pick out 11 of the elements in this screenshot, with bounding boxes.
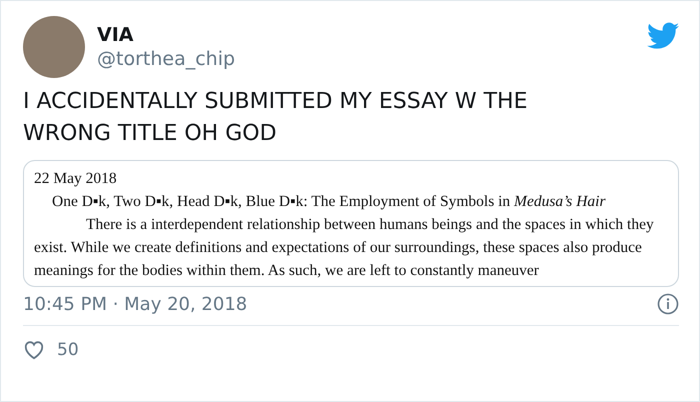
like-count: 50 [57,340,79,360]
bird-logo-icon [647,22,679,50]
author-name: VIA [97,24,134,46]
tweet-timestamp: 10:45 PM · May 20, 2018 [23,294,248,314]
info-icon[interactable] [657,293,679,315]
author-handle: @torthea_chip [97,48,236,70]
document-title: One D▪k, Two D▪k, Head D▪k, Blue D▪k: The Employment of Symbols in Medusa’s Hair [51,192,606,212]
document-date: 22 May 2018 [34,169,118,189]
document-paragraph: There is a interdependent relationship between humans beings and the spaces in which they exist. While we create definitions and expectations of our surroundings, these spaces also produce meanings for the bodies within them. As such, we are left to constantly maneuver [34,215,654,281]
tweet-text: I ACCIDENTALLY SUBMITTED MY ESSAY W THE WRONG TITLE OH GOD [23,88,528,148]
heart-icon[interactable] [23,340,45,360]
